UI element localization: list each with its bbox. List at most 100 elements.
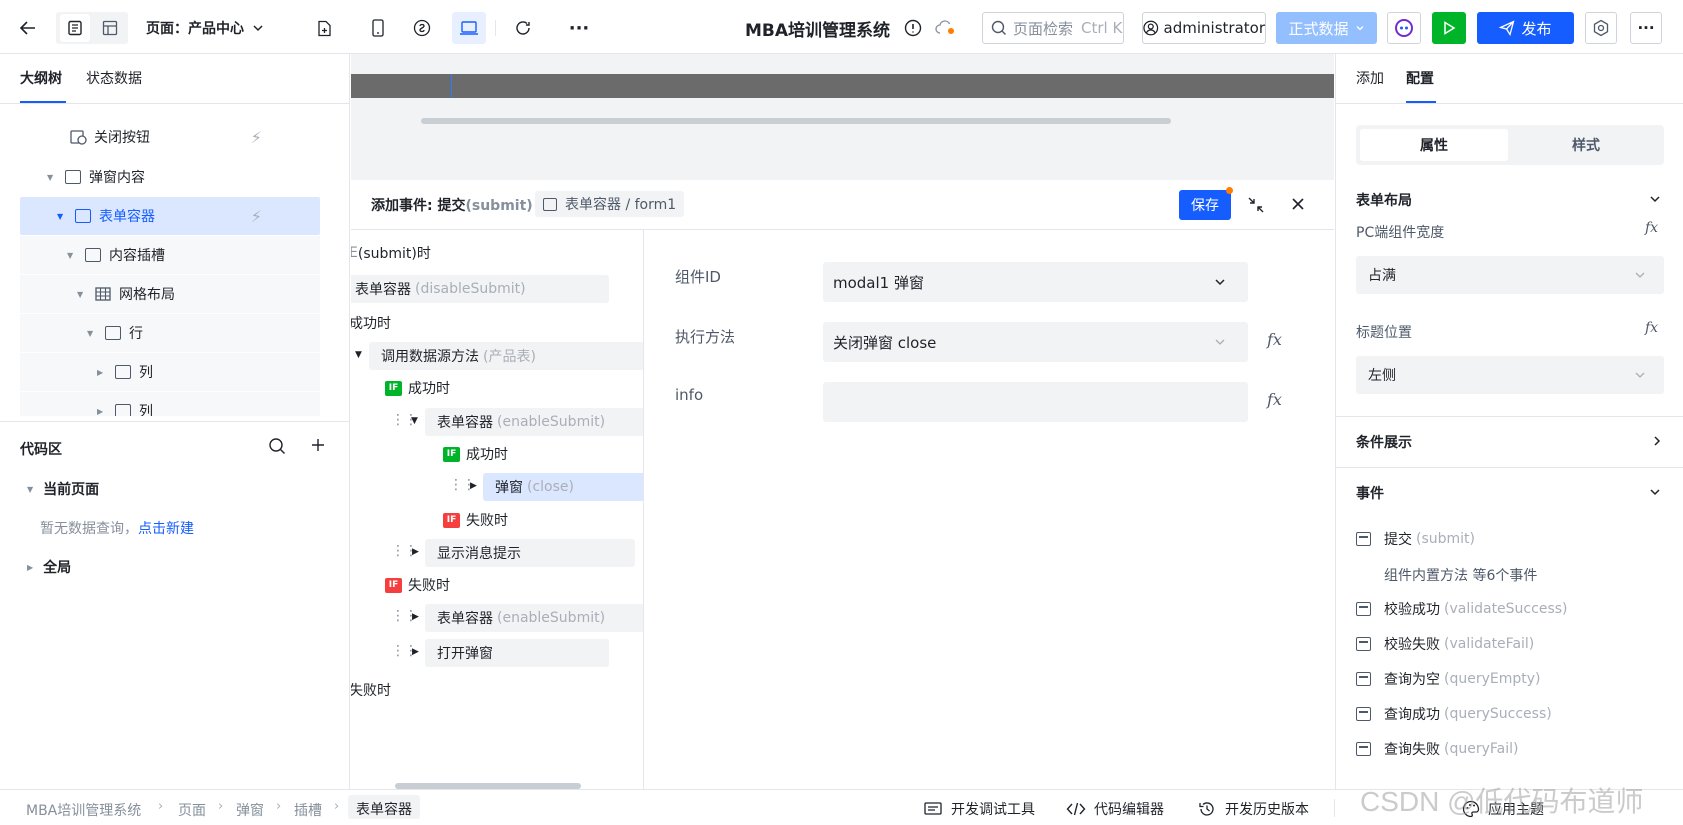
tab-outline-tree[interactable]: 大纲树 [20,68,62,88]
tree-item-column[interactable]: ▶ 列 [20,392,320,416]
tree-item-grid-layout[interactable]: ▼ 网格布局 [20,275,320,313]
tree-item-row[interactable]: ▼ 行 [20,314,320,352]
calendar-icon [1356,637,1371,651]
tree-item-content-slot[interactable]: ▼ 内容插槽 [20,236,320,274]
outline-view-button[interactable] [60,14,90,42]
node-label: 表单容器 [355,282,411,298]
formula-icon[interactable]: fx [1645,220,1658,236]
collapse-button[interactable] [1247,196,1265,218]
back-button[interactable] [14,12,42,44]
desktop-preview-button[interactable] [452,12,486,44]
tree-item-form-container[interactable]: ▼ 表单容器 ⚡ [20,197,320,235]
flow-node-call-datasource[interactable]: 调用数据源方法 (产品表) [369,342,643,370]
section-form-layout[interactable]: 表单布局 [1356,190,1412,210]
flow-node-open-modal[interactable]: 打开弹窗 [425,639,609,667]
code-current-page[interactable]: ▼ 当前页面 [27,479,99,499]
caret-right-icon[interactable]: ▶ [412,647,419,657]
dev-tools-button[interactable]: 开发调试工具 [924,799,1035,819]
caret-right-icon[interactable]: ▶ [412,612,419,622]
tab-add[interactable]: 添加 [1356,68,1384,88]
code-editor-label: 代码编辑器 [1094,802,1164,818]
publish-button[interactable]: 发布 [1477,12,1574,44]
page-search[interactable]: 页面检索 Ctrl K [982,12,1124,44]
page-icon [68,20,82,36]
miniapp-preview-button[interactable] [408,12,436,44]
flow-node-show-message[interactable]: 显示消息提示 [425,539,635,567]
flow-node-modal-close[interactable]: 弹窗 (close) [483,473,643,501]
title-position-select[interactable]: 左侧 [1356,356,1664,394]
breadcrumb-modal[interactable]: 弹窗 [236,800,264,820]
tree-item-modal-content[interactable]: ▼ 弹窗内容 [20,158,320,196]
component-id-select[interactable]: modal1 弹窗 [823,262,1248,302]
refresh-button[interactable] [509,12,537,44]
layout-view-button[interactable] [95,12,125,44]
caret-right-icon[interactable]: ▶ [470,481,477,491]
flow-node-enable-submit[interactable]: 表单容器 (enableSubmit) [425,408,643,436]
code-search-button[interactable] [268,437,286,459]
canvas-horizontal-scrollbar[interactable] [421,118,1171,124]
add-page-button[interactable] [310,12,338,44]
cloud-sync-status[interactable] [933,12,959,44]
segment-properties[interactable]: 属性 [1360,129,1508,161]
section-events[interactable]: 事件 [1356,483,1384,503]
event-code: (validateSuccess) [1444,601,1568,617]
caret-down-icon[interactable]: ▼ [411,416,418,426]
chevron-down-icon [1215,279,1225,286]
pc-width-select[interactable]: 占满 [1356,256,1664,294]
segment-styles[interactable]: 样式 [1512,129,1660,161]
flow-node-disable-submit[interactable]: 表单容器 (disableSubmit) [351,275,609,303]
search-placeholder: 页面检索 [1013,19,1074,38]
chevron-down-icon[interactable] [1649,487,1661,497]
method-select[interactable]: 关闭弹窗 close [823,322,1248,362]
chevron-right-icon[interactable] [1652,435,1662,447]
user-menu[interactable]: administrator [1142,12,1266,44]
flow-node-enable-submit-2[interactable]: 表单容器 (enableSubmit) [425,604,643,632]
code-editor-button[interactable]: 代码编辑器 [1066,799,1164,819]
flow-trigger: E(submit)时 [351,243,431,263]
code-add-button[interactable] [310,437,326,457]
event-item-query-success[interactable]: 查询成功 (querySuccess) [1356,701,1552,727]
field-label-info: info [675,386,704,404]
breadcrumb-slot[interactable]: 插槽 [294,800,322,820]
tree-item-column[interactable]: ▶ 列 [20,353,320,391]
section-conditional-display[interactable]: 条件展示 [1356,432,1412,452]
breadcrumb-app[interactable]: MBA培训管理系统 [26,800,141,820]
flow-if-fail-2: IF 失败时 [443,510,508,530]
more-button[interactable]: ··· [565,12,593,44]
formula-icon[interactable]: fx [1267,390,1282,409]
event-item-query-fail[interactable]: 查询失败 (queryFail) [1356,736,1518,762]
create-query-link[interactable]: 点击新建 [138,521,194,537]
save-button[interactable]: 保存 [1179,187,1233,220]
history-button[interactable]: 开发历史版本 [1198,799,1309,819]
env-select[interactable]: 正式数据 [1276,12,1377,44]
info-input[interactable] [823,382,1248,422]
page-name: 产品中心 [188,21,244,37]
run-preview-button[interactable] [1432,12,1466,44]
tab-state-data[interactable]: 状态数据 [86,68,142,88]
more-actions-button[interactable]: ··· [1630,12,1662,44]
caret-down-icon: ▼ [57,211,64,221]
close-modal-button[interactable] [1291,197,1305,215]
mobile-preview-button[interactable] [364,12,392,44]
settings-button[interactable] [1585,12,1617,44]
page-selector[interactable]: 页面： 产品中心 [146,12,282,44]
slot-icon [85,248,101,262]
breadcrumb-form-container[interactable]: 表单容器 [348,795,420,819]
dev-tools-label: 开发调试工具 [951,802,1035,818]
code-global[interactable]: ▶ 全局 [27,557,71,577]
event-item-query-empty[interactable]: 查询为空 (queryEmpty) [1356,666,1540,692]
breadcrumb-page[interactable]: 页面 [178,800,206,820]
chevron-down-icon[interactable] [1649,194,1661,204]
caret-right-icon[interactable]: ▶ [412,547,419,557]
event-item-validate-success[interactable]: 校验成功 (validateSuccess) [1356,596,1568,622]
ai-assistant-button[interactable] [1387,12,1421,44]
tab-config[interactable]: 配置 [1406,68,1434,88]
info-button[interactable] [901,12,925,44]
event-item-validate-fail[interactable]: 校验失败 (validateFail) [1356,631,1534,657]
event-item-submit[interactable]: 提交 (submit) [1356,526,1475,552]
formula-icon[interactable]: fx [1645,320,1658,336]
builtin-events-summary[interactable]: 组件内置方法 等6个事件 [1384,565,1537,585]
formula-icon[interactable]: fx [1267,330,1282,349]
caret-down-icon[interactable]: ▼ [355,350,362,360]
tree-item-close-button[interactable]: 关闭按钮 ⚡ [20,118,320,156]
